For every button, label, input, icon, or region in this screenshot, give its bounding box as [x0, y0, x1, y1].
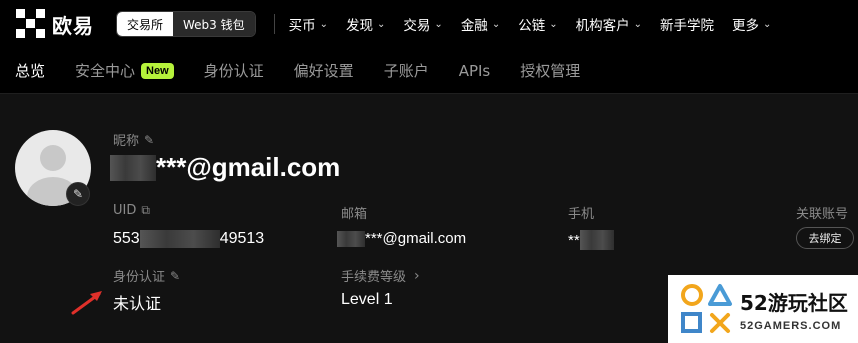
- phone-label: 手机: [568, 207, 595, 222]
- web3-wallet-toggle[interactable]: Web3 钱包: [173, 12, 255, 36]
- nav-item[interactable]: 买币 ⌄: [289, 14, 328, 34]
- tab-label: 总览: [15, 62, 46, 80]
- nav-item-label: 机构客户: [575, 18, 630, 34]
- nav-item-label: 交易: [403, 18, 431, 34]
- kyc-value[interactable]: 未认证: [113, 290, 161, 314]
- chevron-down-icon: ⌄: [319, 18, 329, 30]
- phone-value: **: [568, 231, 580, 249]
- nickname-redacted: [110, 154, 156, 181]
- uid-row: 553 49513: [113, 230, 264, 248]
- email-value: ***@gmail.com: [365, 230, 467, 247]
- nav-item-label: 金融: [460, 18, 488, 34]
- tab[interactable]: 身份认证: [204, 60, 264, 81]
- nickname-edit-icon[interactable]: ✎: [144, 133, 154, 147]
- fee-label-row[interactable]: 手续费等级 ›: [341, 266, 420, 286]
- fee-value: Level 1: [341, 291, 393, 308]
- tab-label: APIs: [458, 61, 491, 80]
- watermark-logo-icon: [681, 284, 732, 333]
- chevron-down-icon: ⌄: [633, 18, 642, 30]
- watermark: 52游玩社区 52GAMERS.COM: [668, 275, 858, 343]
- nickname-label-row: 昵称 ✎: [113, 130, 154, 150]
- tab[interactable]: APIs: [459, 62, 491, 80]
- tab-label: 授权管理: [520, 62, 581, 80]
- phone-redacted: [579, 230, 614, 250]
- linked-label: 关联账号: [796, 207, 849, 222]
- tab[interactable]: 子账户: [384, 60, 429, 81]
- uid-redacted: [139, 230, 220, 248]
- phone-row: **: [568, 230, 614, 250]
- chevron-down-icon: ⌄: [491, 18, 501, 30]
- new-badge: New: [141, 62, 174, 79]
- nav-item-label: 买币: [288, 18, 316, 34]
- fee-label: 手续费等级: [341, 270, 407, 285]
- nav-item[interactable]: 公链 ⌄: [518, 14, 557, 34]
- email-label: 邮箱: [341, 207, 368, 222]
- chevron-down-icon: ⌄: [434, 18, 443, 30]
- mode-toggle: 交易所 Web3 钱包: [116, 11, 256, 37]
- nav-item[interactable]: 发现 ⌄: [346, 14, 385, 34]
- nav-item[interactable]: 更多 ⌄: [732, 14, 771, 34]
- chevron-down-icon: ⌄: [549, 18, 558, 30]
- tab[interactable]: 授权管理: [520, 60, 580, 81]
- tab[interactable]: 偏好设置: [294, 60, 354, 81]
- copy-icon[interactable]: ⧉: [141, 203, 150, 218]
- chevron-down-icon: ⌄: [762, 18, 772, 30]
- nav-menu: 买币 ⌄ 发现 ⌄ 交易 ⌄ 金融 ⌄ 公链 ⌄ 机构客户 ⌄ 新手学院 更多 ⌄: [289, 14, 790, 34]
- uid-label-row: UID ⧉: [113, 203, 150, 218]
- nav-item[interactable]: 交易 ⌄: [403, 14, 442, 34]
- exchange-toggle[interactable]: 交易所: [117, 12, 174, 36]
- tab[interactable]: 安全中心 New: [75, 60, 174, 81]
- watermark-subtitle: 52GAMERS.COM: [740, 319, 842, 332]
- nickname-label: 昵称: [113, 134, 140, 149]
- account-tabs: 总览 安全中心 New 身份认证 偏好设置 子账户 APIs 授权管理: [0, 48, 858, 94]
- nav-item-label: 公链: [518, 18, 546, 34]
- nav-item[interactable]: 金融 ⌄: [461, 14, 500, 34]
- avatar-head: [40, 145, 66, 171]
- kyc-label-row: 身份认证 ✎: [113, 266, 180, 286]
- linked-label-row: 关联账号: [796, 203, 848, 222]
- avatar-edit-icon[interactable]: ✎: [66, 182, 90, 206]
- tab-label: 子账户: [383, 62, 429, 80]
- email-label-row: 邮箱: [341, 203, 367, 222]
- phone-label-row: 手机: [568, 203, 594, 222]
- watermark-title: 52游玩社区: [740, 290, 848, 315]
- tab-label: 身份认证: [203, 62, 264, 80]
- bind-button[interactable]: 去绑定: [796, 227, 854, 249]
- nav-item[interactable]: 新手学院: [660, 14, 714, 34]
- nav-item-label: 新手学院: [659, 18, 714, 34]
- watermark-text: 52游玩社区 52GAMERS.COM: [740, 287, 848, 332]
- logo[interactable]: 欧易: [16, 9, 94, 39]
- tab-label: 安全中心: [75, 62, 136, 80]
- nav-item[interactable]: 机构客户 ⌄: [576, 14, 642, 34]
- chevron-down-icon: ⌄: [377, 18, 386, 30]
- email-row: ***@gmail.com: [337, 230, 466, 247]
- brand-name: 欧易: [52, 13, 94, 38]
- nav-item-label: 更多: [731, 18, 759, 34]
- nav-divider: [273, 14, 275, 34]
- kyc-edit-icon[interactable]: ✎: [170, 269, 180, 283]
- nickname-row: ***@gmail.com: [110, 152, 340, 183]
- email-redacted: [337, 230, 365, 247]
- chevron-right-icon: ›: [414, 267, 420, 284]
- uid-prefix: 553: [113, 230, 140, 247]
- top-nav: 欧易 交易所 Web3 钱包 买币 ⌄ 发现 ⌄ 交易 ⌄ 金融 ⌄ 公链 ⌄ 机构客户 ⌄ 新手学院更…: [0, 0, 858, 48]
- uid-suffix: 49513: [219, 230, 265, 247]
- nickname-value: ***@gmail.com: [156, 152, 341, 182]
- annotation-arrow-icon: [71, 291, 102, 315]
- tab-label: 偏好设置: [293, 62, 354, 80]
- nav-item-label: 发现: [346, 18, 374, 34]
- kyc-label: 身份认证: [113, 270, 166, 285]
- uid-label: UID: [113, 203, 137, 218]
- tab[interactable]: 总览: [15, 60, 45, 81]
- okx-logo-icon: [16, 9, 46, 39]
